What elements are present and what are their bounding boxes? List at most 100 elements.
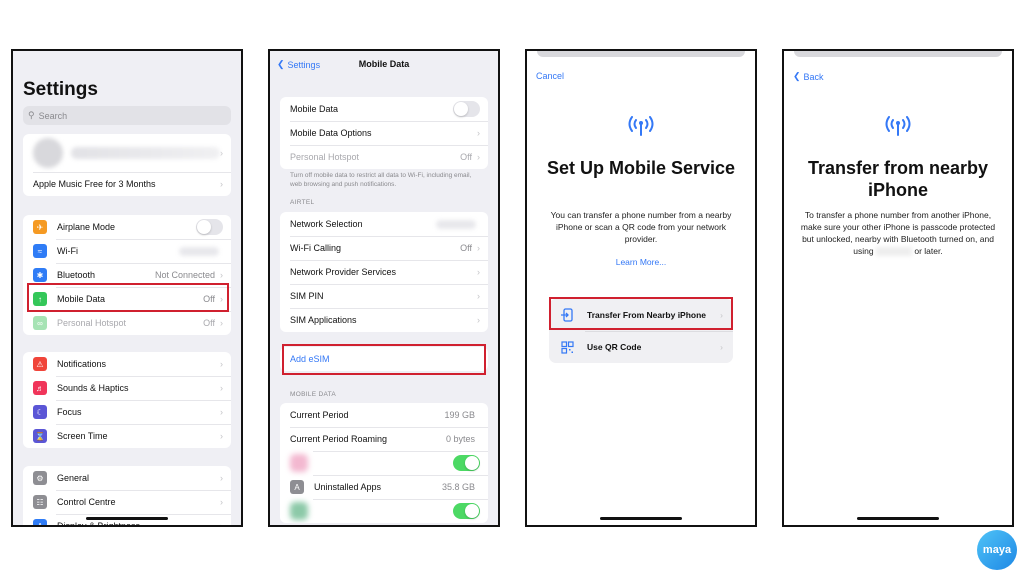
- use-qr-code-button[interactable]: Use QR Code ›: [549, 331, 733, 363]
- sheet-background: [537, 51, 745, 57]
- transfer-icon: [559, 308, 575, 322]
- row-label: Screen Time: [57, 431, 108, 441]
- chevron-right-icon: ›: [220, 383, 223, 393]
- row-label: Bluetooth: [57, 270, 96, 280]
- chevron-right-icon: ›: [720, 342, 723, 352]
- ios-version-redacted: [875, 247, 912, 257]
- network-selection-row[interactable]: Network Selection: [280, 212, 488, 236]
- row-label: Network Provider Services: [290, 267, 397, 277]
- uninstalled-apps-row: A Uninstalled Apps 35.8 GB: [280, 475, 488, 499]
- row-label: Add eSIM: [290, 354, 330, 364]
- add-esim-button[interactable]: Add eSIM: [280, 347, 488, 371]
- notifications-row[interactable]: ⚠ Notifications ›: [23, 352, 231, 376]
- moon-icon: ☾: [33, 405, 47, 419]
- cancel-button[interactable]: Cancel: [536, 71, 564, 81]
- sim-pin-row[interactable]: SIM PIN ›: [280, 284, 488, 308]
- sounds-haptics-row[interactable]: ♬ Sounds & Haptics ›: [23, 376, 231, 400]
- mobile-data-footnote: Turn off mobile data to restrict all dat…: [290, 172, 472, 188]
- hotspot-icon: ∞: [33, 316, 47, 330]
- screen-time-row[interactable]: ⌛ Screen Time ›: [23, 424, 231, 448]
- mobile-data-group: Mobile Data Mobile Data Options › Person…: [280, 97, 488, 169]
- navigation-bar: ❮ Settings Mobile Data: [270, 59, 498, 73]
- row-value: Not Connected: [154, 270, 215, 280]
- mobile-data-options-row[interactable]: Mobile Data Options ›: [280, 121, 488, 145]
- app-data-toggle[interactable]: [453, 503, 480, 519]
- apple-id-row[interactable]: ›: [23, 134, 231, 172]
- description-text-end: or later.: [914, 246, 943, 256]
- settings-screen: Settings ⚲ Search › Apple Music Free for…: [11, 49, 243, 527]
- mobile-data-toggle[interactable]: [453, 101, 480, 117]
- mobile-data-row[interactable]: ↑ Mobile Data Off ›: [23, 287, 231, 311]
- maya-logo: maya: [977, 530, 1017, 570]
- cancel-label: Cancel: [536, 71, 565, 81]
- app-icon-redacted: [290, 454, 308, 472]
- chevron-right-icon: ›: [220, 521, 223, 527]
- app-data-toggle[interactable]: [453, 455, 480, 471]
- chevron-right-icon: ›: [220, 270, 223, 280]
- sim-applications-row[interactable]: SIM Applications ›: [280, 308, 488, 332]
- row-label: Mobile Data: [57, 294, 106, 304]
- airplane-mode-toggle[interactable]: [196, 219, 223, 235]
- row-label: Network Selection: [290, 219, 363, 229]
- row-label: Apple Music Free for 3 Months: [33, 179, 156, 189]
- back-button[interactable]: ❮ Back: [793, 71, 824, 82]
- bluetooth-row[interactable]: ✱ Bluetooth Not Connected ›: [23, 263, 231, 287]
- transfer-from-nearby-iphone-button[interactable]: Transfer From Nearby iPhone ›: [549, 299, 733, 331]
- chevron-right-icon: ›: [220, 179, 223, 189]
- airplane-icon: ✈: [33, 220, 47, 234]
- notifications-group: ⚠ Notifications › ♬ Sounds & Haptics › ☾…: [23, 352, 231, 448]
- setup-options: Transfer From Nearby iPhone › Use QR Cod…: [549, 299, 733, 363]
- chevron-right-icon: ›: [220, 407, 223, 417]
- row-label: Control Centre: [57, 497, 116, 507]
- option-label: Transfer From Nearby iPhone: [587, 310, 707, 320]
- display-icon: A: [33, 519, 47, 525]
- airplane-mode-row[interactable]: ✈ Airplane Mode: [23, 215, 231, 239]
- display-brightness-row[interactable]: A Display & Brightness ›: [23, 514, 231, 527]
- row-value: 199 GB: [444, 410, 475, 420]
- setup-mobile-service-screen: Cancel Set Up Mobile Service You can tra…: [525, 49, 757, 527]
- control-centre-row[interactable]: ☷ Control Centre ›: [23, 490, 231, 514]
- personal-hotspot-row[interactable]: ∞ Personal Hotspot Off ›: [23, 311, 231, 335]
- chevron-right-icon: ›: [220, 148, 223, 158]
- general-row[interactable]: ⚙ General ›: [23, 466, 231, 490]
- chevron-right-icon: ›: [477, 128, 480, 138]
- transfer-from-nearby-iphone-screen: ❮ Back Transfer from nearby iPhone To tr…: [782, 49, 1014, 527]
- sound-icon: ♬: [33, 381, 47, 395]
- apple-music-offer-row[interactable]: Apple Music Free for 3 Months ›: [23, 172, 231, 196]
- back-label: Back: [803, 71, 824, 82]
- account-name-redacted: [71, 147, 220, 159]
- gear-icon: ⚙: [33, 471, 47, 485]
- search-icon: ⚲: [28, 110, 35, 120]
- bluetooth-icon: ✱: [33, 268, 47, 282]
- row-label: Current Period Roaming: [290, 434, 388, 444]
- row-label: Personal Hotspot: [57, 318, 127, 328]
- mobile-data-row[interactable]: Mobile Data: [280, 97, 488, 121]
- setup-description: You can transfer a phone number from a n…: [550, 210, 732, 244]
- wifi-icon: ≈: [33, 244, 47, 258]
- page-title: Settings: [23, 79, 98, 100]
- search-placeholder: Search: [38, 110, 68, 121]
- antenna-icon: [784, 113, 1012, 142]
- focus-row[interactable]: ☾ Focus ›: [23, 400, 231, 424]
- row-value: Off: [203, 318, 215, 328]
- wifi-calling-row[interactable]: Wi-Fi Calling Off ›: [280, 236, 488, 260]
- sheet-background: [794, 51, 1002, 57]
- mobile-data-screen: ❮ Settings Mobile Data Mobile Data Mobil…: [268, 49, 500, 527]
- chevron-right-icon: ›: [220, 473, 223, 483]
- row-label: Mobile Data: [290, 104, 339, 114]
- row-label: Current Period: [290, 410, 349, 420]
- app-icon-redacted: [290, 502, 308, 520]
- current-period-row: Current Period 199 GB: [280, 403, 488, 427]
- chevron-right-icon: ›: [477, 315, 480, 325]
- personal-hotspot-row[interactable]: Personal Hotspot Off ›: [280, 145, 488, 169]
- row-label: SIM Applications: [290, 315, 357, 325]
- row-value: Off: [460, 152, 472, 162]
- wifi-row[interactable]: ≈ Wi-Fi: [23, 239, 231, 263]
- app-usage-row[interactable]: [280, 499, 488, 523]
- app-usage-row[interactable]: [280, 451, 488, 475]
- search-input[interactable]: ⚲ Search: [23, 106, 231, 125]
- row-label: Uninstalled Apps: [314, 482, 382, 492]
- network-provider-services-row[interactable]: Network Provider Services ›: [280, 260, 488, 284]
- chevron-right-icon: ›: [220, 497, 223, 507]
- learn-more-link[interactable]: Learn More...: [527, 257, 755, 267]
